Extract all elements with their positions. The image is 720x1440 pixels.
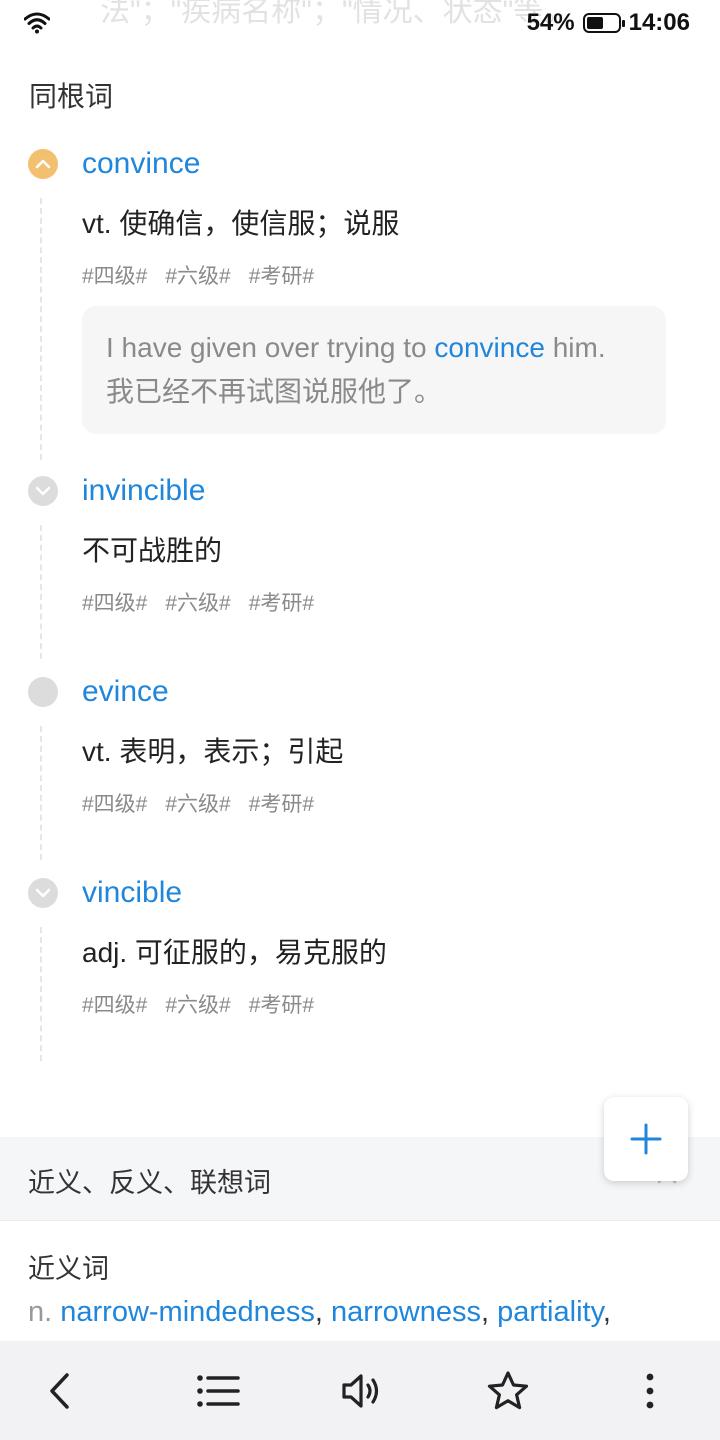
scrolled-content-text: 法"；"疾病名称"；"情况、状态"等。 — [100, 0, 574, 28]
cognate-word[interactable]: vincible — [82, 876, 182, 910]
tag[interactable]: #六级# — [165, 260, 230, 290]
cognate-definition: vt. 表明，表示；引起 — [82, 736, 344, 767]
tag[interactable]: #四级# — [82, 260, 147, 290]
cognate-word[interactable]: convince — [82, 147, 200, 181]
status-bar: 法"；"疾病名称"；"情况、状态"等。 54% 14:06 — [0, 0, 720, 50]
cognates-title: 同根词 — [29, 81, 114, 112]
battery-icon — [582, 13, 625, 33]
timeline-line — [40, 198, 42, 460]
tag-list: #四级# #六级# #考研# — [82, 587, 314, 617]
tag[interactable]: #考研# — [249, 788, 314, 818]
chevron-up-icon — [35, 159, 51, 169]
chevron-down-icon — [35, 888, 51, 898]
back-button[interactable] — [34, 1365, 86, 1417]
synonym-link[interactable]: narrowness — [331, 1296, 481, 1328]
tag[interactable]: #四级# — [82, 989, 147, 1019]
chevron-down-icon — [35, 486, 51, 496]
list-button[interactable] — [192, 1365, 244, 1417]
tag[interactable]: #六级# — [165, 587, 230, 617]
synonyms-title: 近义词 — [28, 1247, 109, 1286]
wifi-icon — [24, 12, 50, 34]
plus-icon — [630, 1123, 662, 1155]
example-zh: 我已经不再试图说服他了。 — [106, 376, 443, 407]
timeline-line — [40, 726, 42, 860]
example-en-end: him. — [544, 332, 606, 363]
tag[interactable]: #四级# — [82, 788, 147, 818]
favorite-button[interactable] — [482, 1365, 534, 1417]
cognate-definition: vt. 使确信，使信服；说服 — [82, 208, 400, 239]
more-icon — [646, 1373, 654, 1409]
example-sentence: I have given over trying to convince him… — [82, 306, 666, 434]
cognate-word[interactable]: evince — [82, 675, 169, 709]
tag[interactable]: #四级# — [82, 587, 147, 617]
add-button[interactable] — [604, 1097, 688, 1181]
tag-list: #四级# #六级# #考研# — [82, 989, 314, 1019]
tag[interactable]: #考研# — [249, 989, 314, 1019]
star-icon — [487, 1371, 529, 1410]
clock: 14:06 — [628, 9, 690, 36]
expand-toggle[interactable] — [28, 878, 58, 908]
tag-list: #四级# #六级# #考研# — [82, 788, 314, 818]
synonym-link[interactable]: narrow-mindedness — [60, 1296, 315, 1328]
synonyms-list: n. narrow-mindedness, narrowness, partia… — [28, 1296, 611, 1328]
tag[interactable]: #六级# — [165, 788, 230, 818]
example-keyword[interactable]: convince — [434, 332, 545, 363]
expand-toggle[interactable] — [28, 677, 58, 707]
example-en: I have given over trying to — [106, 332, 435, 363]
related-words-title: 近义、反义、联想词 — [28, 1168, 271, 1198]
tag-list: #四级# #六级# #考研# — [82, 260, 314, 290]
part-of-speech: n. — [28, 1296, 53, 1328]
cognate-definition: adj. 可征服的，易克服的 — [82, 937, 387, 968]
timeline-line — [40, 927, 42, 1061]
synonym-link[interactable]: partiality — [497, 1296, 603, 1328]
battery-percent: 54% — [526, 9, 575, 36]
pronounce-button[interactable] — [336, 1365, 388, 1417]
back-icon — [50, 1373, 69, 1409]
tag[interactable]: #考研# — [249, 587, 314, 617]
more-button[interactable] — [624, 1365, 676, 1417]
collapse-toggle[interactable] — [28, 149, 58, 179]
expand-toggle[interactable] — [28, 476, 58, 506]
cognate-definition: 不可战胜的 — [82, 535, 223, 566]
tag[interactable]: #考研# — [249, 260, 314, 290]
timeline-line — [40, 525, 42, 659]
speaker-icon — [342, 1374, 379, 1408]
cognate-word[interactable]: invincible — [82, 474, 205, 508]
bottom-toolbar — [0, 1341, 720, 1440]
list-icon — [197, 1375, 240, 1407]
tag[interactable]: #六级# — [165, 989, 230, 1019]
